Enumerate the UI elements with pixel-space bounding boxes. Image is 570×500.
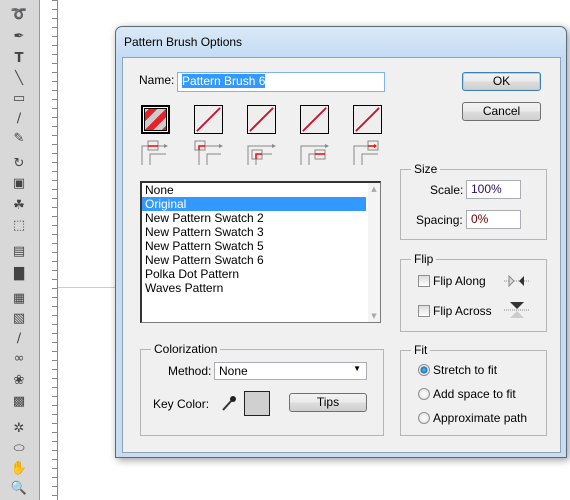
dialog-title: Pattern Brush Options <box>124 35 243 49</box>
paintbrush-tool-icon[interactable]: ∕ <box>8 110 30 128</box>
method-value: None <box>219 364 248 378</box>
inner-corner-tile[interactable] <box>247 105 276 134</box>
size-title: Size <box>411 162 441 176</box>
blend-tool-icon[interactable]: ∞ <box>8 350 30 368</box>
line-tool-icon[interactable]: ╲ <box>8 70 30 88</box>
pattern-list-item[interactable]: New Pattern Swatch 6 <box>142 253 366 267</box>
mesh-tool-icon[interactable]: ▦ <box>8 290 30 308</box>
method-select[interactable]: None ▼ <box>214 362 367 380</box>
pen-tool-icon[interactable]: ✒ <box>8 28 30 46</box>
side-tile[interactable] <box>141 105 170 134</box>
scroll-up-icon[interactable]: ▲ <box>368 185 380 193</box>
free-transform-tool-icon[interactable]: ⬚ <box>8 217 30 235</box>
name-value: Pattern Brush 6 <box>182 74 266 88</box>
flip-along-label: Flip Along <box>433 274 486 288</box>
flip-title: Flip <box>411 252 437 266</box>
graph-tool-icon[interactable]: ▇ <box>8 265 30 283</box>
gradient-tool-icon[interactable]: ▧ <box>8 310 30 328</box>
pattern-list[interactable]: None Original New Pattern Swatch 2 New Patt… <box>140 181 381 323</box>
slice-tool-icon[interactable]: ✲ <box>8 420 30 438</box>
size-group: Size Scale: 100% Spacing: 0% <box>400 162 547 240</box>
fit-radio-2[interactable] <box>418 412 430 424</box>
fit-radio-0[interactable] <box>418 364 430 376</box>
symbol-sprayer-tool-icon[interactable]: ▤ <box>8 243 30 261</box>
flip-across-icon <box>504 302 530 318</box>
dialog-body: Name: Pattern Brush 6 OK Cancel None Orig… <box>122 57 561 453</box>
eyedropper-icon[interactable] <box>221 394 237 412</box>
fit-option-label: Stretch to fit <box>433 363 498 377</box>
fit-radio-1[interactable] <box>418 388 430 400</box>
tips-button[interactable]: Tips <box>289 393 367 412</box>
flip-across-label: Flip Across <box>433 304 492 318</box>
scale-label: Scale: <box>430 183 464 197</box>
start-tile-diagram-icon <box>300 144 329 165</box>
pattern-list-item[interactable]: New Pattern Swatch 3 <box>142 225 366 239</box>
name-label: Name: <box>139 73 175 87</box>
tools-panel: ➰ ✒ T ╲ ▭ ∕ ✎ ↻ ▣ ☘ ⬚ ▤ ▇ ▦ ▧ ∕ ∞ ❀ ▩ ✲ … <box>0 0 40 500</box>
cancel-button[interactable]: Cancel <box>462 102 541 121</box>
name-input[interactable]: Pattern Brush 6 <box>177 72 385 92</box>
guide-line <box>58 287 118 288</box>
type-tool-icon[interactable]: T <box>8 50 30 68</box>
pattern-list-item[interactable]: Waves Pattern <box>142 281 366 295</box>
fit-option-label: Add space to fit <box>433 387 516 401</box>
flip-group: Flip Flip Along Flip Across <box>400 252 547 332</box>
chevron-down-icon: ▼ <box>353 364 361 373</box>
ok-button[interactable]: OK <box>462 72 541 91</box>
pattern-brush-options-dialog: Pattern Brush Options Name: Pattern Brus… <box>115 26 567 458</box>
vertical-ruler <box>40 0 58 500</box>
flip-along-checkbox[interactable] <box>418 275 430 287</box>
flip-across-checkbox[interactable] <box>418 305 430 317</box>
method-label: Method: <box>168 364 212 378</box>
rotate-tool-icon[interactable]: ↻ <box>8 155 30 173</box>
pattern-list-item[interactable]: Original <box>142 197 366 211</box>
flip-along-icon <box>504 274 530 288</box>
fit-option-label: Approximate path <box>433 411 528 425</box>
outer-corner-tile[interactable] <box>194 105 223 134</box>
rectangle-tool-icon[interactable]: ▭ <box>8 90 30 108</box>
fit-title: Fit <box>411 343 431 357</box>
outer-corner-diagram-icon <box>194 140 223 165</box>
pattern-list-item[interactable]: None <box>142 183 366 197</box>
pencil-tool-icon[interactable]: ✎ <box>8 130 30 148</box>
key-color-label: Key Color: <box>153 397 210 411</box>
warp-tool-icon[interactable]: ☘ <box>8 197 30 215</box>
side-tile-diagram-icon <box>141 140 168 165</box>
scroll-down-icon[interactable]: ▼ <box>368 312 380 320</box>
colorization-title: Colorization <box>151 342 221 356</box>
key-color-swatch[interactable] <box>244 391 270 416</box>
end-tile-diagram-icon <box>353 140 379 165</box>
pattern-list-item[interactable]: Polka Dot Pattern <box>142 267 366 281</box>
end-tile[interactable] <box>353 105 382 134</box>
spacing-label: Spacing: <box>416 213 463 227</box>
live-paint-tool-icon[interactable]: ❀ <box>8 372 30 390</box>
eraser-tool-icon[interactable]: ⬭ <box>8 440 30 458</box>
spacing-input[interactable]: 0% <box>466 210 521 229</box>
zoom-tool-icon[interactable]: 🔍 <box>8 480 30 498</box>
colorization-group: Colorization Method: None ▼ Key Color: Ti… <box>140 342 384 436</box>
lasso-tool-icon[interactable]: ➰ <box>8 6 30 24</box>
list-scrollbar[interactable]: ▲ ▼ <box>368 183 380 322</box>
fit-group: Fit Stretch to fit Add space to fit Approx… <box>400 343 547 436</box>
hand-tool-icon[interactable]: ✋ <box>8 460 30 478</box>
start-tile[interactable] <box>300 105 329 134</box>
eyedropper-tool-icon[interactable]: ∕ <box>8 330 30 348</box>
scale-tool-icon[interactable]: ▣ <box>8 175 30 193</box>
scale-input[interactable]: 100% <box>466 180 521 199</box>
inner-corner-diagram-icon <box>247 144 276 165</box>
live-paint-selection-icon[interactable]: ▩ <box>8 393 30 411</box>
pattern-list-item[interactable]: New Pattern Swatch 2 <box>142 211 366 225</box>
pattern-list-item[interactable]: New Pattern Swatch 5 <box>142 239 366 253</box>
